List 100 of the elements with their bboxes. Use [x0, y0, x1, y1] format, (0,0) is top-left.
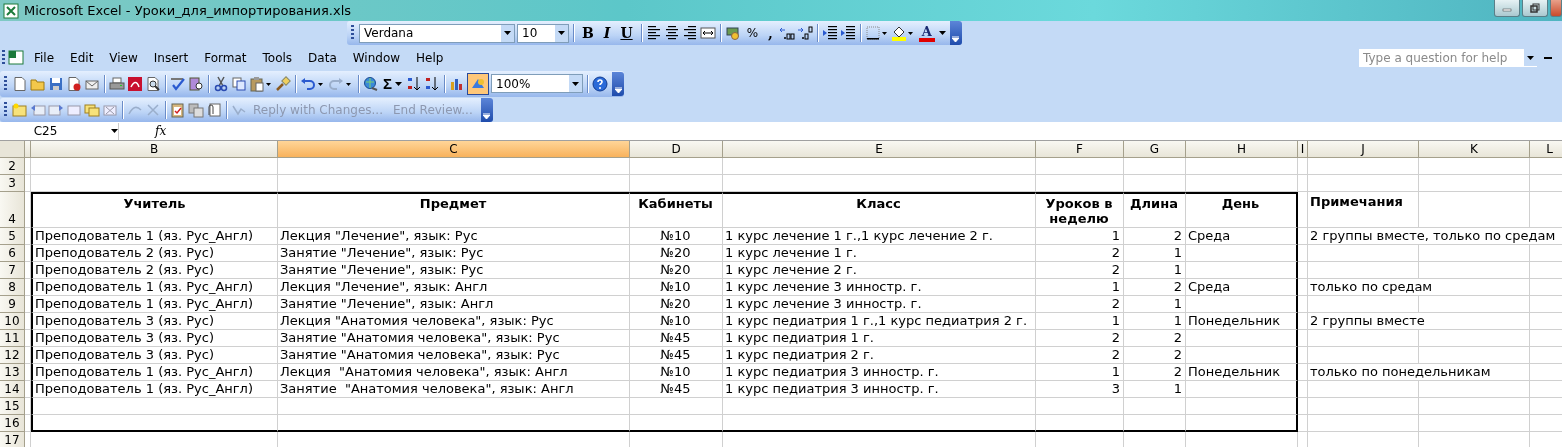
font-field[interactable]: Verdana [359, 23, 515, 43]
merge-center-icon[interactable] [699, 25, 716, 41]
currency-icon[interactable] [724, 25, 741, 41]
row-header[interactable]: 11 [0, 330, 25, 347]
empty-cell [1298, 398, 1308, 415]
toolbar-options-button[interactable] [480, 97, 493, 122]
dropdown-arrow-icon[interactable] [572, 81, 579, 86]
empty-cell [1298, 228, 1308, 245]
table-cell: 2 группы вместе [1308, 313, 1530, 330]
dropdown-arrow-icon[interactable] [558, 31, 565, 35]
column-header[interactable]: J [1308, 141, 1419, 158]
dropdown-arrow-icon[interactable] [1527, 55, 1534, 60]
dropdown-arrow-icon[interactable] [111, 129, 118, 133]
row-header[interactable]: 10 [0, 313, 25, 330]
workbook-icon[interactable] [8, 49, 26, 66]
row-header[interactable]: 13 [0, 364, 25, 381]
autosum-button[interactable]: Σ [381, 72, 404, 95]
sort-descending-icon[interactable] [424, 75, 440, 92]
print-icon[interactable] [109, 75, 125, 92]
toolbar-options-button[interactable] [612, 71, 624, 96]
font-size-field[interactable]: 10 [517, 23, 569, 43]
table-cell: 1 курс лечение 2 г. [723, 262, 1036, 279]
row-header[interactable]: 7 [0, 262, 25, 279]
name-box[interactable]: C25 [0, 122, 119, 140]
attachment-icon[interactable] [206, 101, 222, 118]
menu-item[interactable]: Window [344, 50, 409, 65]
row-header[interactable]: 3 [0, 175, 25, 192]
menu-item[interactable]: Data [300, 50, 345, 65]
menu-item[interactable]: Help [408, 50, 452, 65]
pdf-icon[interactable] [127, 75, 143, 92]
dropdown-arrow-icon[interactable] [395, 81, 402, 86]
minimize-workbook-button[interactable] [1544, 56, 1552, 59]
help-search-field[interactable]: Type a question for help [1358, 47, 1538, 68]
column-header[interactable]: D [630, 141, 723, 158]
protect-sheet-icon[interactable] [188, 101, 204, 118]
minimize-button[interactable] [1494, 0, 1520, 17]
bold-button[interactable]: B [578, 22, 598, 44]
track-changes-icon[interactable] [170, 101, 186, 118]
dropdown-arrow-icon[interactable] [504, 31, 511, 35]
help-icon[interactable] [592, 75, 608, 92]
increase-decimal-icon[interactable] [778, 25, 795, 41]
undo-icon[interactable] [300, 75, 326, 92]
row-header[interactable]: 2 [0, 158, 25, 175]
paste-icon[interactable] [249, 75, 273, 92]
align-left-icon[interactable] [645, 25, 662, 41]
format-painter-icon[interactable] [275, 75, 291, 92]
percent-button[interactable]: % [742, 22, 763, 44]
menu-item[interactable]: View [101, 50, 146, 65]
drawing-button[interactable] [467, 72, 489, 95]
borders-icon[interactable] [864, 25, 889, 41]
underline-button[interactable]: U [616, 22, 637, 44]
comma-button[interactable]: , [764, 22, 777, 44]
row-header[interactable]: 4 [0, 192, 25, 228]
menu-item[interactable]: Tools [254, 50, 301, 65]
row-header[interactable]: 5 [0, 228, 25, 245]
save-icon[interactable] [48, 75, 64, 92]
spelling-icon[interactable] [170, 75, 186, 92]
italic-button[interactable]: I [599, 22, 615, 44]
insert-function-button[interactable]: fx [155, 124, 167, 138]
restore-button[interactable] [1522, 0, 1548, 17]
row-header[interactable]: 6 [0, 245, 25, 262]
row-header[interactable]: 9 [0, 296, 25, 313]
zoom-field[interactable]: 100% [491, 74, 583, 93]
copy-icon[interactable] [231, 75, 247, 92]
permission-icon[interactable] [66, 75, 82, 92]
column-header[interactable]: B [31, 141, 278, 158]
menu-item[interactable]: Insert [145, 50, 197, 65]
research-icon[interactable] [188, 75, 204, 92]
sort-ascending-icon[interactable] [406, 75, 422, 92]
toolbar-options-button[interactable] [949, 21, 962, 45]
column-header[interactable]: H [1186, 141, 1298, 158]
hyperlink-icon[interactable] [363, 75, 379, 92]
column-header[interactable]: G [1124, 141, 1186, 158]
row-header[interactable]: 8 [0, 279, 25, 296]
cut-icon[interactable] [213, 75, 229, 92]
empty-cell [1298, 279, 1308, 296]
row-header[interactable]: 12 [0, 347, 25, 364]
column-header[interactable]: L [1530, 141, 1562, 158]
row-header[interactable]: 17 [0, 432, 25, 447]
increase-indent-icon[interactable] [839, 25, 856, 41]
column-header[interactable]: K [1419, 141, 1530, 158]
menu-item[interactable]: File [26, 50, 63, 65]
new-document-icon[interactable] [12, 75, 28, 92]
row-header[interactable]: 16 [0, 415, 25, 432]
decrease-decimal-icon[interactable] [796, 25, 813, 41]
font-color-button[interactable]: A [916, 22, 937, 44]
row-header[interactable]: 14 [0, 381, 25, 398]
align-center-icon[interactable] [663, 25, 680, 41]
table-cell: 1 курс лечение 3 инностр. г. [723, 296, 1036, 313]
column-header[interactable]: C [278, 141, 630, 158]
decrease-indent-icon[interactable] [821, 25, 838, 41]
column-header[interactable]: E [723, 141, 1036, 158]
menu-item[interactable]: Format [196, 50, 255, 65]
dropdown-arrow-icon[interactable] [938, 31, 946, 35]
row-header[interactable]: 15 [0, 398, 25, 415]
print-preview-icon[interactable] [145, 75, 161, 92]
column-header[interactable]: F [1036, 141, 1124, 158]
menu-item[interactable]: Edit [62, 50, 102, 65]
fill-color-icon[interactable] [890, 25, 915, 41]
align-right-icon[interactable] [681, 25, 698, 41]
